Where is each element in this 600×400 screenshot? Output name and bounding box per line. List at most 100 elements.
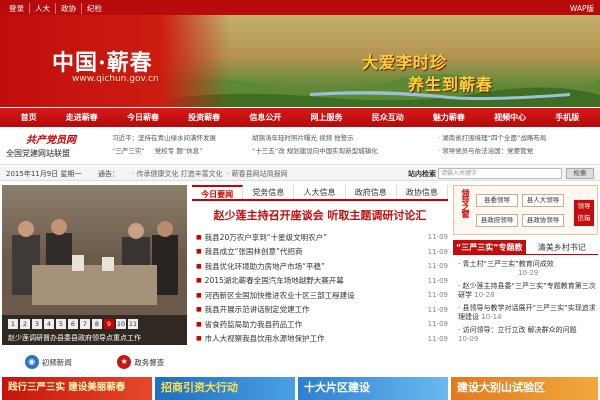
news-title: 省食药监局助力我县药品工作 [204, 319, 303, 329]
county-npc-button[interactable]: 县人大领导 [522, 194, 564, 207]
slide-page[interactable]: 8 [92, 319, 102, 329]
emblem-icon: ★ [117, 355, 132, 369]
county-cppcc-button[interactable]: 县政协领导 [522, 214, 564, 227]
slideshow-caption[interactable]: 赵少莲调研督办县委县政府领导点重点工作 [8, 333, 141, 343]
slide-page[interactable]: 2 [20, 319, 30, 329]
banner-slogan-2: 养生到蕲春 [408, 75, 494, 94]
notice-text[interactable]: · 传承健康文化 打造丰富文化 · 蕲春县网站简报网 [132, 169, 288, 179]
nav-enter-qichun[interactable]: 走进蕲春 [66, 112, 98, 123]
site-url: www.qichun.gov.cn [72, 74, 159, 84]
nav-today[interactable]: 今日蕲春 [127, 112, 159, 123]
discipline-link[interactable]: 纪检 [82, 3, 107, 14]
nav-video[interactable]: 视频中心 [494, 112, 526, 123]
site-name[interactable]: 中国·蕲春 [52, 45, 153, 77]
topic-item[interactable]: · 县领导与教学对话展开“三严三实”实现追求理建设 10-14 [458, 304, 598, 322]
headline-news[interactable]: 赵少莲主持召开座谈会 听取主题调研讨论汇 [192, 207, 448, 223]
ten-districts-banner[interactable]: 十大片区建设 [298, 377, 448, 400]
tab-npc-info[interactable]: 人大信息 [294, 185, 346, 199]
county-committee-button[interactable]: 县委领导 [476, 194, 518, 207]
notice-label: 通告： [98, 170, 119, 178]
bullet-icon: ■ [196, 233, 202, 241]
ticker-item[interactable]: · 领导党员与依法治国：党要管党 [438, 145, 546, 158]
news-title: 市人大视察我县饮用水源地保护工作 [204, 334, 325, 344]
tab-party-info[interactable]: 党务信息 [243, 185, 295, 199]
slide-page[interactable]: 10 [116, 319, 126, 329]
leader-mailbox-button[interactable]: 领导 信箱 [574, 200, 594, 226]
slide-page[interactable]: 5 [56, 319, 66, 329]
sub-links: ◉ 初频新闻 ★ 政务督查 [2, 350, 187, 374]
bullet-icon: ■ [196, 291, 202, 299]
slideshow-pager: 1 2 3 4 5 6 7 8 9 10 11 [8, 319, 138, 329]
slideshow-caption-bar: 1 2 3 4 5 6 7 8 9 10 11 赵少莲调研督办县委县政府领导点重… [2, 315, 187, 345]
tab-cppcc-info[interactable]: 政协信息 [397, 185, 449, 199]
ticker-item[interactable]: 胡锦涛年轻时照片曝光 视频 他警示 [252, 132, 378, 145]
cppcc-link[interactable]: 政协 [56, 3, 82, 14]
topic-item[interactable]: · 青土村“三严三实”教育问成效 10-29 [458, 260, 598, 278]
bullet-icon: ■ [196, 320, 202, 328]
special-topic-list: · 青土村“三严三实”教育问成效 10-29 · 赵少莲主持县委“三严三实”专题教… [458, 260, 598, 348]
bullet-icon: ■ [196, 262, 202, 270]
county-gov-button[interactable]: 县政府领导 [476, 214, 518, 227]
ticker-item[interactable]: “三严三实” [112, 145, 145, 158]
news-date: 11-09 [427, 247, 448, 256]
nav-home[interactable]: 首页 [21, 112, 37, 123]
npc-link[interactable]: 人大 [30, 3, 56, 14]
tab-three-stricts[interactable]: “三严三实”专题教育 [453, 240, 526, 267]
news-row[interactable]: ■ 2015湖北蕲春全国汽车场地越野大赛开幕 11-09 [196, 274, 448, 289]
nav-charm[interactable]: 魅力蕲春 [433, 112, 465, 123]
login-link[interactable]: 登录 [4, 3, 30, 14]
topic-item[interactable]: · 赵少莲主持县委“三严三实”专题教育第三次研学 10-28 [458, 282, 598, 300]
main-nav: 首页 走进蕲春 今日蕲春 投资蕲春 信息公开 网上服务 民众互动 魅力蕲春 视频… [0, 108, 600, 127]
nav-public-info[interactable]: 信息公开 [249, 112, 281, 123]
topic-item[interactable]: · 访问领导：立行立改 解决群众的问题 10-09 [458, 326, 598, 344]
nav-interaction[interactable]: 民众互动 [372, 112, 404, 123]
search-label: 站内检索 [408, 170, 436, 178]
site-banner: 中国·蕲春 www.qichun.gov.cn 大爱李时珍 养生到蕲春 [0, 15, 600, 107]
slide-page[interactable]: 11 [128, 319, 138, 329]
dabieshan-zone-banner[interactable]: 建设大别山试验区 [451, 377, 598, 400]
slide-page-current[interactable]: 9 [104, 319, 114, 329]
search-button[interactable]: 检索 [566, 168, 594, 179]
news-row[interactable]: ■ 我县开展示范讲话制定党建工作 11-09 [196, 303, 448, 318]
ticker-column-3: · 湖南省打围境理“四个全面”战略布局 · 领导党员与依法治国：党要管党 [438, 132, 546, 158]
slide-page[interactable]: 3 [32, 319, 42, 329]
ticker-item[interactable]: · 湖南省打围境理“四个全面”战略布局 [438, 132, 546, 145]
leaders-window-label: 领导之窗 [461, 189, 470, 217]
current-date: 2015年11月9日 星期一 [6, 170, 82, 178]
three-stricts-banner[interactable]: 践行三严三实 建设美丽蕲春 [2, 377, 152, 400]
search-input[interactable]: 请输入关键字 [438, 168, 562, 179]
slide-page[interactable]: 7 [80, 319, 90, 329]
nav-online-service[interactable]: 网上服务 [311, 112, 343, 123]
news-title: 我县20万农户享到“十星级文明农户” [204, 232, 327, 242]
tab-today-news[interactable]: 今日要闻 [192, 185, 244, 199]
tab-gov-info[interactable]: 政府信息 [346, 185, 397, 199]
date-search-bar: 2015年11月9日 星期一 通告： · 传承健康文化 打造丰富文化 · 蕲春县… [0, 167, 600, 181]
news-row[interactable]: ■ 我县成立“张国林创意”代招商 11-09 [196, 245, 448, 260]
ticker-item[interactable]: 习近平：坚持在青山绿水间满怀发展 [112, 132, 216, 145]
wap-link[interactable]: WAP版 [570, 3, 594, 14]
news-row[interactable]: ■ 河西新区全国加快推进农业十区三部工程建设 11-09 [196, 288, 448, 303]
news-date: 11-09 [427, 291, 448, 300]
slide-page[interactable]: 4 [44, 319, 54, 329]
gov-supervision-link[interactable]: ★ 政务督查 [117, 355, 164, 369]
news-row[interactable]: ■ 市人大视察我县饮用水源地保护工作 11-09 [196, 332, 448, 347]
news-row[interactable]: ■ 我县优化环境助力房地产市场“平稳” 11-09 [196, 259, 448, 274]
meeting-photo [12, 219, 178, 305]
ticker-item[interactable]: “十三五”改 规划建设向中国实现新型城镇化 [252, 145, 378, 158]
tab-village-secretary[interactable]: 清美乡村书记 [526, 240, 599, 254]
news-strip: 共产党员网 全国党建网站联盟 习近平：坚持在青山绿水间满怀发展 “三严三实” 党… [0, 128, 600, 165]
news-title: 我县优化环境助力房地产市场“平稳” [204, 261, 325, 271]
news-slideshow[interactable]: 1 2 3 4 5 6 7 8 9 10 11 赵少莲调研督办县委县政府领导点重… [2, 185, 187, 345]
video-news-link[interactable]: ◉ 初频新闻 [24, 355, 72, 369]
party-network-logo[interactable]: 共产党员网 全国党建网站联盟 [6, 131, 106, 163]
slide-page[interactable]: 6 [68, 319, 78, 329]
ticker-item[interactable]: 党校专 题“休息” [155, 145, 203, 158]
news-title: 2015湖北蕲春全国汽车场地越野大赛开幕 [204, 276, 344, 286]
investment-banner[interactable]: 招商引资大行动 [155, 377, 295, 400]
nav-invest[interactable]: 投资蕲春 [188, 112, 220, 123]
slide-page[interactable]: 1 [8, 319, 18, 329]
news-row[interactable]: ■ 我县20万农户享到“十星级文明农户” 11-09 [196, 230, 448, 245]
news-row[interactable]: ■ 省食药监局助力我县药品工作 11-09 [196, 317, 448, 332]
nav-mobile[interactable]: 手机版 [555, 112, 579, 123]
topic-date: 10-09 [458, 335, 479, 343]
